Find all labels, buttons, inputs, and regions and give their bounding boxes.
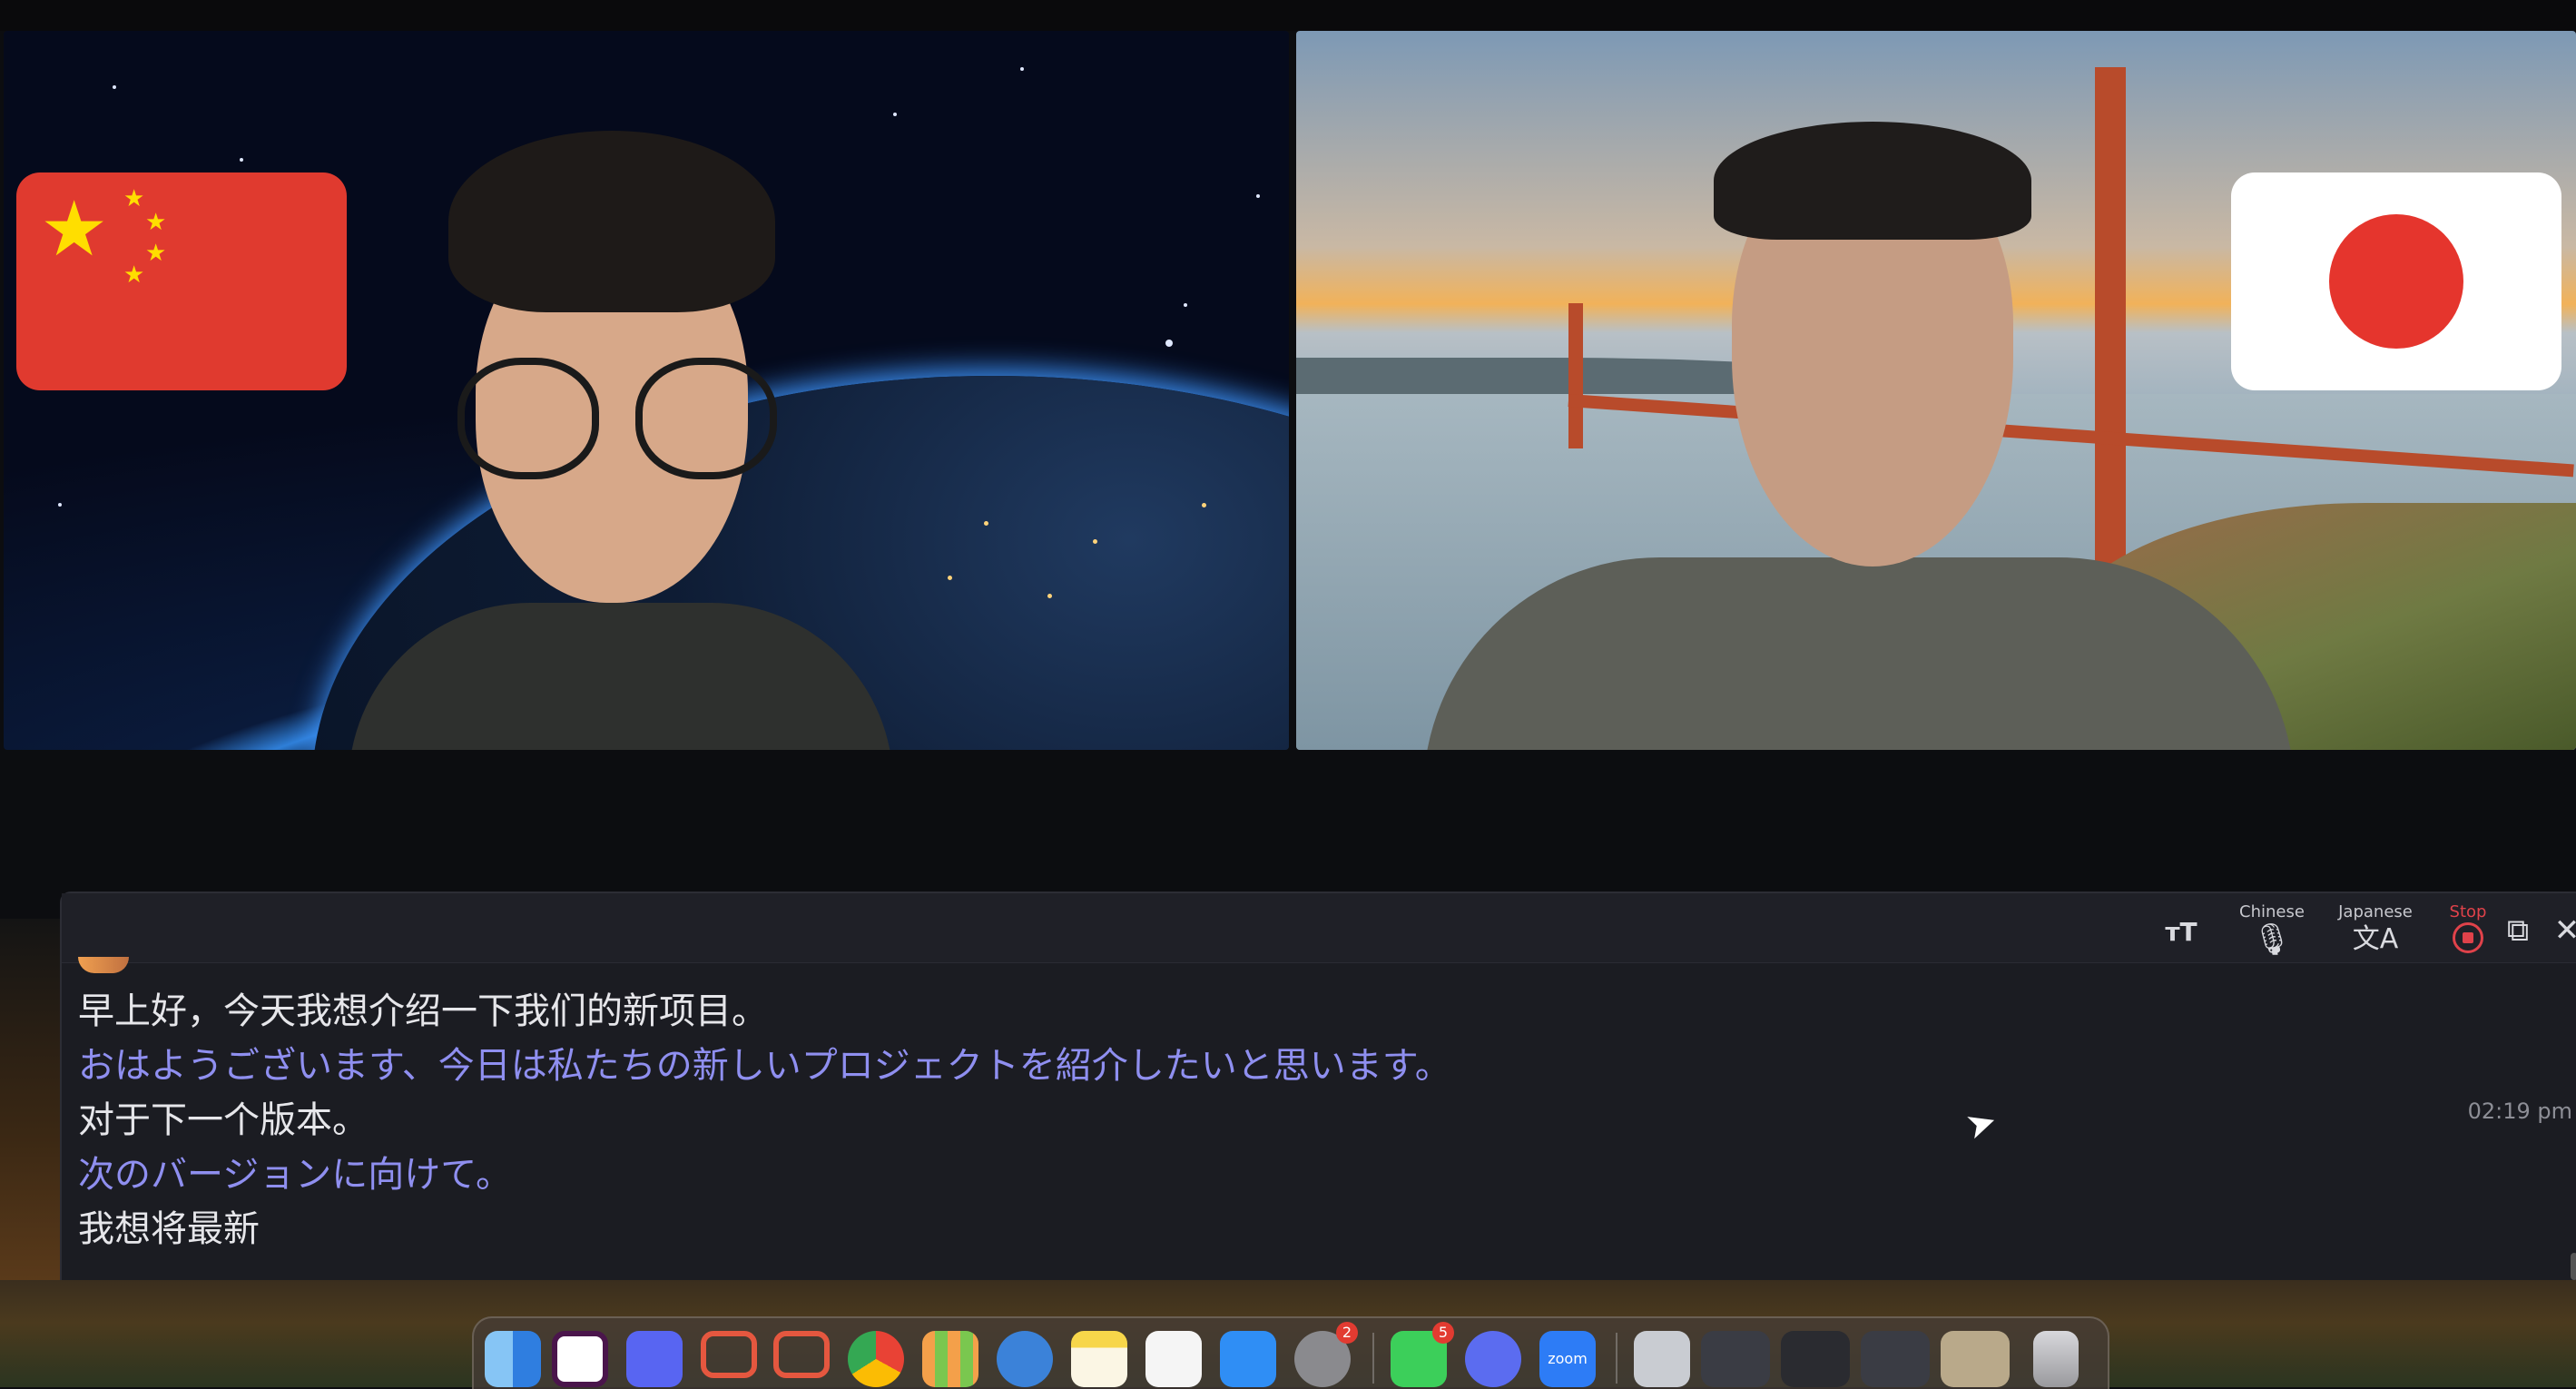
speaker-avatar: [78, 957, 129, 973]
slack-icon[interactable]: [552, 1331, 608, 1387]
perplexity-icon[interactable]: [1465, 1331, 1521, 1387]
text-size-icon: ᴛT: [2165, 917, 2197, 947]
window-thumbnail-1-icon[interactable]: [1701, 1331, 1770, 1387]
translation-line: おはようございます、今日は私たちの新しいプロジェクトを紹介したいと思います。: [78, 1045, 1451, 1087]
video-tile-left[interactable]: ★ ★ ★ ★ ★: [4, 31, 1289, 750]
notes-icon[interactable]: [1071, 1331, 1127, 1387]
document-icon[interactable]: [1634, 1331, 1690, 1387]
popout-button[interactable]: ⧉: [2491, 913, 2545, 948]
finder-icon[interactable]: [485, 1331, 541, 1387]
popout-icon: ⧉: [2506, 912, 2530, 949]
participant-right: [1423, 85, 2295, 750]
discord-icon[interactable]: [626, 1331, 683, 1387]
notification-badge: 2: [1336, 1322, 1358, 1344]
transcript-line: 对于下一个版本。: [78, 1099, 369, 1141]
safari-icon[interactable]: [997, 1331, 1053, 1387]
desktop-wallpaper-edge: [0, 919, 60, 1282]
notification-badge: 5: [1432, 1322, 1454, 1344]
close-icon: ✕: [2553, 912, 2576, 949]
chat-app-2-icon[interactable]: [773, 1331, 830, 1378]
transcript-line: 早上好，今天我想介绍一下我们的新项目。: [78, 990, 768, 1032]
chat-app-icon[interactable]: [701, 1331, 757, 1378]
scrollbar[interactable]: [2571, 1253, 2576, 1280]
participant-left: [349, 113, 893, 750]
window-thumbnail-4-icon[interactable]: [1941, 1331, 2010, 1387]
target-language-label: Japanese: [2338, 902, 2413, 921]
dock-separator: [1616, 1333, 1617, 1384]
china-flag-icon: ★ ★ ★ ★ ★: [16, 172, 347, 390]
window-thumbnail-3-icon[interactable]: [1861, 1331, 1930, 1387]
japan-flag-icon: [2231, 172, 2561, 390]
source-language-button[interactable]: Chinese 🎙: [2231, 902, 2313, 957]
window-thumbnail-2-icon[interactable]: [1781, 1331, 1850, 1387]
timestamp: 02:19 pm: [2467, 1098, 2572, 1124]
close-button[interactable]: ✕: [2549, 913, 2576, 948]
launchpad-icon[interactable]: [922, 1331, 978, 1387]
translate-icon: 文A: [2352, 923, 2399, 955]
dock: 2 5 zoom: [472, 1316, 2109, 1389]
freeform-icon[interactable]: [1145, 1331, 1202, 1387]
translation-line: 次のバージョンに向けて。: [78, 1154, 512, 1196]
top-bar: [0, 0, 2576, 31]
translation-toolbar: ᴛT Chinese 🎙 Japanese 文A Stop ⧉ ✕: [62, 893, 2576, 963]
dock-separator: [1372, 1333, 1374, 1384]
app-store-icon[interactable]: [1220, 1331, 1276, 1387]
transcript-line: 我想将最新: [78, 1208, 260, 1250]
chrome-icon[interactable]: [848, 1331, 904, 1387]
microphone-icon: 🎙: [2252, 921, 2292, 958]
zoom-icon[interactable]: zoom: [1539, 1331, 1596, 1387]
facetime-icon[interactable]: 5: [1391, 1322, 1454, 1387]
system-settings-icon[interactable]: 2: [1294, 1322, 1358, 1387]
target-language-button[interactable]: Japanese 文A: [2325, 902, 2425, 957]
video-tile-right[interactable]: [1296, 31, 2576, 750]
trash-icon[interactable]: [2033, 1331, 2079, 1387]
translation-panel: ᴛT Chinese 🎙 Japanese 文A Stop ⧉ ✕ 早上好，今天…: [60, 892, 2576, 1282]
text-size-button[interactable]: ᴛT: [2158, 915, 2204, 950]
zoom-label: zoom: [1548, 1350, 1588, 1367]
source-language-label: Chinese: [2239, 902, 2305, 921]
